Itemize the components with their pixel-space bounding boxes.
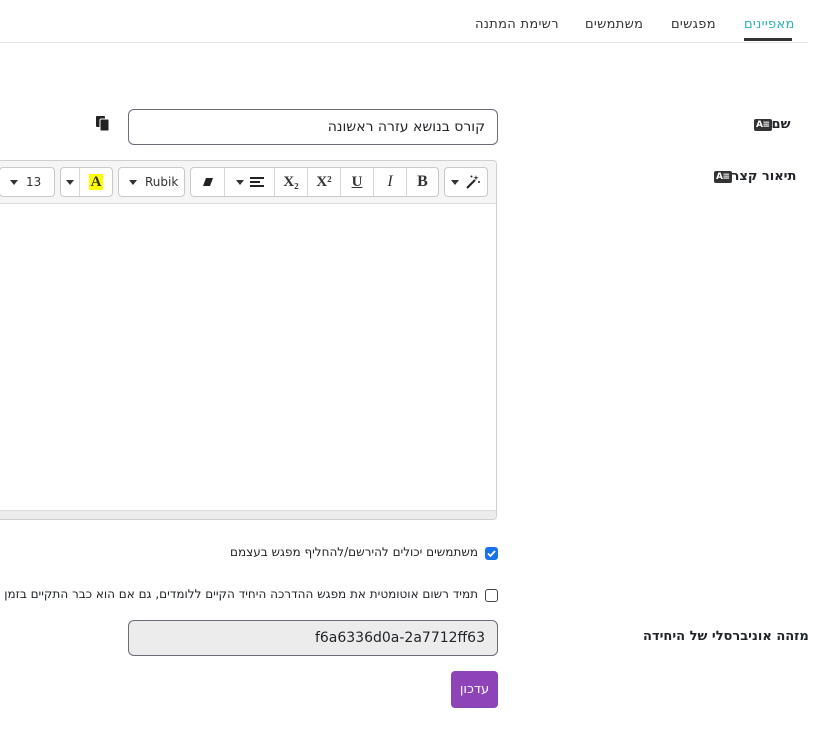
- description-label: A≡ תיאור קצר: [714, 169, 796, 184]
- checkmark-icon: [487, 550, 496, 558]
- highlight-icon: A: [88, 174, 104, 190]
- font-name-dropdown[interactable]: Rubik: [119, 168, 184, 196]
- auto-register-checkbox[interactable]: [485, 589, 498, 602]
- tab-users[interactable]: משתמשים: [585, 17, 643, 32]
- font-name-select[interactable]: Rubik: [118, 167, 185, 197]
- uuid-label: מזהה אוניברסלי של היחידה: [643, 629, 809, 644]
- editor-content-area[interactable]: [0, 203, 496, 511]
- name-label: A≡ שם: [754, 117, 790, 132]
- underline-button[interactable]: U: [340, 168, 373, 196]
- translate-icon: A≡: [714, 170, 732, 183]
- active-tab-indicator: [744, 38, 792, 41]
- self-register-label: משתמשים יכולים להירשם/להחליף מפגש בעצמם: [230, 545, 478, 559]
- chevron-down-icon: [451, 179, 459, 185]
- tab-properties[interactable]: מאפיינים: [744, 17, 795, 32]
- highlight-color-button[interactable]: A: [79, 168, 112, 196]
- chevron-down-icon: [129, 179, 137, 185]
- self-register-checkbox[interactable]: [485, 547, 498, 560]
- copy-icon[interactable]: [95, 115, 111, 132]
- uuid-input[interactable]: [128, 620, 498, 656]
- eraser-button[interactable]: [191, 168, 224, 196]
- description-label-text: תיאור קצר: [731, 169, 797, 184]
- superscript-button[interactable]: X²: [307, 168, 340, 196]
- tab-waiting-list[interactable]: רשימת המתנה: [475, 17, 559, 32]
- align-icon: [249, 177, 264, 187]
- chevron-down-icon: [66, 179, 74, 185]
- italic-button[interactable]: I: [373, 168, 406, 196]
- magic-wand-icon: [466, 175, 480, 189]
- font-size-dropdown[interactable]: 13: [0, 168, 54, 196]
- font-size-select[interactable]: 13: [0, 167, 55, 197]
- format-group: X₂ X² U I B: [190, 167, 439, 197]
- auto-register-label: תמיד רשום אוטומטית את מפגש ההדרכה היחיד …: [4, 587, 478, 601]
- chevron-down-icon: [10, 179, 18, 185]
- eraser-icon: [202, 178, 213, 186]
- subscript-button[interactable]: X₂: [274, 168, 307, 196]
- rich-text-editor: X₂ X² U I B Rubik A 13: [0, 160, 497, 520]
- paragraph-button[interactable]: [224, 168, 274, 196]
- style-group: [444, 167, 488, 197]
- update-button[interactable]: עדכון: [451, 671, 498, 708]
- editor-toolbar: X₂ X² U I B Rubik A 13: [0, 161, 496, 204]
- tab-sessions[interactable]: מפגשים: [671, 17, 716, 32]
- color-group: A: [60, 167, 113, 197]
- bold-button[interactable]: B: [406, 168, 438, 196]
- chevron-down-icon: [235, 179, 244, 185]
- editor-resize-bar[interactable]: [0, 510, 496, 519]
- style-button[interactable]: [445, 168, 487, 196]
- translate-icon: A≡: [754, 118, 772, 131]
- tab-bar: מאפיינים מפגשים משתמשים רשימת המתנה: [0, 0, 808, 43]
- font-size-value: 13: [26, 175, 42, 189]
- name-label-text: שם: [771, 117, 791, 132]
- color-dropdown-button[interactable]: [61, 168, 79, 196]
- font-name-value: Rubik: [145, 175, 179, 189]
- name-input[interactable]: [128, 109, 498, 145]
